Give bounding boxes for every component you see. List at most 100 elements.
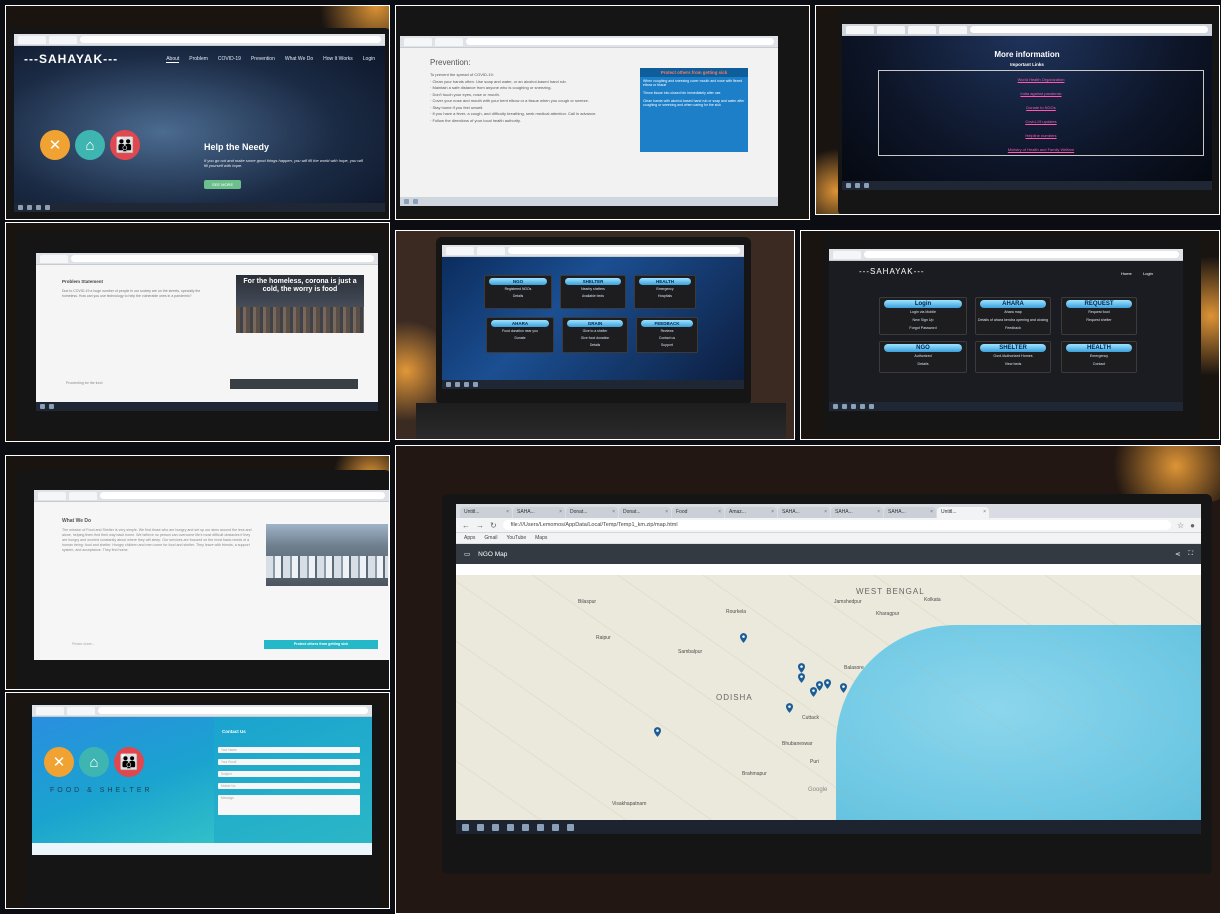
logo-icons: ✕ ⌂ 👪	[40, 130, 140, 160]
close-icon: ×	[771, 509, 774, 515]
browser-tab-active[interactable]: Untitl... ×	[937, 507, 989, 518]
browser-tabs: Untitl... × SAHA... × Donat... × Donat... × …	[456, 504, 1201, 518]
browser-tab[interactable]: SAHA... ×	[831, 507, 883, 518]
message-field[interactable]: Message	[218, 795, 360, 815]
browser-tab[interactable]: Amaz... ×	[725, 507, 777, 518]
browser-tab[interactable]: SAHA... ×	[884, 507, 936, 518]
browser-chrome	[14, 34, 385, 46]
bookmark-youtube[interactable]: YouTube	[506, 535, 526, 541]
browser-tab[interactable]: Food ×	[672, 507, 724, 518]
ngo-pin-icon[interactable]	[786, 703, 793, 713]
card-grain[interactable]: GRAIN Give to a shelter Give food donation…	[562, 317, 628, 353]
store-icon[interactable]	[537, 823, 544, 831]
link-helpline[interactable]: Helpline numbers	[879, 133, 1203, 138]
sidebar-toggle-icon[interactable]: ▭	[464, 550, 470, 558]
vscode-icon[interactable]	[567, 823, 574, 831]
search-icon[interactable]	[477, 823, 484, 831]
link-donate[interactable]: Donate to NGOs	[879, 105, 1203, 110]
link-india[interactable]: India against pandemic	[879, 91, 1203, 96]
ngo-pin-icon[interactable]	[740, 633, 747, 643]
problem-footer: Proceeding for the fund	[66, 381, 103, 385]
bookmark-apps[interactable]: Apps	[464, 535, 475, 541]
nav-about[interactable]: About	[166, 56, 180, 63]
home-nav: ---SAHAYAK--- About Problem COVID-19 Pre…	[14, 46, 385, 72]
card-ahara[interactable]: AHARA Food donation near you Donate	[486, 317, 554, 353]
protect-banner: Protect others from getting sick	[264, 640, 378, 649]
close-icon: ×	[930, 509, 933, 515]
bookmark-maps[interactable]: Maps	[535, 535, 547, 541]
nav-problem[interactable]: Problem	[189, 56, 208, 62]
card-ngo[interactable]: NGO Registered NGOs Details	[484, 275, 552, 309]
mobile-field[interactable]: Mobile No.	[218, 783, 360, 789]
nav-prevention[interactable]: Prevention	[251, 56, 275, 62]
start-icon[interactable]	[462, 823, 469, 831]
ngo-pin-icon[interactable]	[798, 663, 805, 673]
ngo-pin-icon[interactable]	[798, 673, 805, 683]
label-jamshedpur: Jamshedpur	[834, 599, 862, 605]
chrome-icon[interactable]	[552, 823, 559, 831]
profile-icon[interactable]: ●	[1190, 521, 1195, 530]
bookmarks-bar: Apps Gmail YouTube Maps	[456, 533, 1201, 544]
nav-login[interactable]: Login	[363, 56, 375, 62]
share-icon[interactable]: ⋖	[1175, 550, 1180, 558]
card-health[interactable]: HEALTH Emergency Hospitals	[634, 275, 696, 309]
reload-icon[interactable]: ↻	[490, 521, 497, 530]
brand-logo: ---SAHAYAK---	[859, 267, 925, 276]
card-health[interactable]: HEALTH Emergency Contact	[1061, 341, 1137, 373]
card-shelter[interactable]: SHELTER Nearby shelters Available beds	[560, 275, 626, 309]
ngo-pin-icon[interactable]	[840, 683, 847, 693]
ngo-pin-icon[interactable]	[810, 687, 817, 697]
task-view-icon[interactable]	[492, 823, 499, 831]
name-field[interactable]: Your Name	[218, 747, 360, 753]
panel-ngo-map: Untitl... × SAHA... × Donat... × Donat... × …	[395, 445, 1221, 914]
address-bar: ← → ↻ file:///Users/Lemomos/AppData/Loca…	[456, 518, 1201, 533]
ngo-pin-icon[interactable]	[824, 679, 831, 689]
close-icon: ×	[824, 509, 827, 515]
card-feedback[interactable]: FEEDBACK Reviews Contact us Support	[636, 317, 698, 353]
card-ahara[interactable]: AHARA Ahara map Details of ahara kendra op…	[975, 297, 1051, 335]
link-who[interactable]: World Health Organization	[879, 77, 1203, 82]
edge-icon[interactable]	[507, 823, 514, 831]
label-bilaspur: Bilaspur	[578, 599, 597, 605]
star-icon[interactable]: ☆	[1177, 521, 1184, 530]
ngo-pin-icon[interactable]	[816, 681, 823, 691]
label-visakhapatnam: Visakhapatnam	[612, 801, 647, 807]
nav-how-it-works[interactable]: How It Works	[323, 56, 353, 62]
browser-tab[interactable]: Untitl... ×	[460, 507, 512, 518]
see-more-button[interactable]: SEE MORE	[204, 180, 242, 189]
problem-title: Problem Statement	[62, 279, 104, 284]
what-we-do-text: The mission of Food and Shelter is very …	[62, 528, 252, 552]
prevention-title: Prevention:	[430, 58, 471, 67]
subject-field[interactable]: Subject	[218, 771, 360, 777]
food-icon: ✕	[40, 130, 70, 160]
nav-covid[interactable]: COVID-19	[218, 56, 241, 62]
map-canvas[interactable]: WEST BENGAL ODISHA Bhubaneswar Kolkata J…	[456, 575, 1201, 820]
close-icon: ×	[665, 509, 668, 515]
card-shelter[interactable]: SHELTER Govt./Authorized Homes View beds	[975, 341, 1051, 373]
nav-login[interactable]: Login	[1143, 271, 1153, 276]
fullscreen-icon[interactable]: ⛶	[1188, 550, 1193, 558]
browser-tab[interactable]: SAHA... ×	[778, 507, 830, 518]
problem-text: Due to COVID-19 a huge number of people …	[62, 289, 201, 298]
forward-icon[interactable]: →	[476, 521, 484, 530]
bookmark-gmail[interactable]: Gmail	[484, 535, 497, 541]
card-request[interactable]: REQUEST Request food Request shelter	[1061, 297, 1137, 335]
card-login[interactable]: Login Login via Mobile New Sign Up Forgot P…	[879, 297, 967, 335]
explorer-icon[interactable]	[522, 823, 529, 831]
browser-tab[interactable]: Donat... ×	[566, 507, 618, 518]
back-icon[interactable]: ←	[462, 521, 470, 530]
panel-dashboard: NGO Registered NGOs Details SHELTER Nearby …	[395, 230, 795, 440]
email-field[interactable]: Your Email	[218, 759, 360, 765]
nav-home[interactable]: Home	[1121, 271, 1132, 276]
nav-what-we-do[interactable]: What We Do	[285, 56, 313, 62]
url-input[interactable]: file:///Users/Lemomos/AppData/Local/Temp…	[502, 520, 1171, 530]
ngo-pin-icon[interactable]	[654, 727, 661, 737]
windows-taskbar	[456, 820, 1201, 834]
info-title: More information	[994, 50, 1060, 59]
browser-tab[interactable]: SAHA... ×	[513, 507, 565, 518]
link-ministry[interactable]: Ministry of Health and Family Welfare	[879, 147, 1203, 152]
link-updates[interactable]: Covid-19 updates	[879, 119, 1203, 124]
card-ngo[interactable]: NGO Authorized Details	[879, 341, 967, 373]
label-balasore: Balasore	[844, 665, 864, 671]
browser-tab[interactable]: Donat... ×	[619, 507, 671, 518]
